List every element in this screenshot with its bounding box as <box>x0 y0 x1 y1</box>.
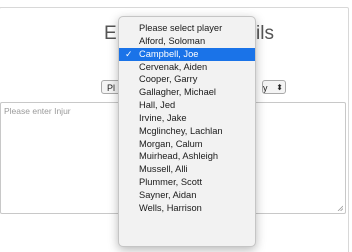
checkmark-icon: ✓ <box>125 48 133 59</box>
player-dropdown-list: Please select player Alford, Soloman ✓ Camp… <box>118 16 256 247</box>
player-option-label: Irvine, Jake <box>139 112 187 123</box>
player-option-label: Plummer, Scott <box>139 177 203 188</box>
player-option-label: Mcglinchey, Lachlan <box>139 125 223 136</box>
player-option-label: Campbell, Joe <box>139 48 199 59</box>
player-option-label: Gallagher, Michael <box>139 87 216 98</box>
player-option[interactable]: Alford, Soloman <box>119 35 255 48</box>
form-title-end: ils <box>256 23 274 44</box>
player-option[interactable]: Morgan, Calum <box>119 138 255 151</box>
resize-grip-icon[interactable] <box>337 205 343 211</box>
player-option-label: Sayner, Aidan <box>139 189 197 200</box>
player-option[interactable]: Sayner, Aidan <box>119 189 255 202</box>
player-option[interactable]: Please select player <box>119 22 255 35</box>
injury-type-select-value: y <box>263 83 268 93</box>
player-option[interactable]: Mussell, Alli <box>119 163 255 176</box>
player-option-label: Cervenak, Aiden <box>139 61 208 72</box>
player-option-label: Mussell, Alli <box>139 164 188 175</box>
player-option[interactable]: ✓ Campbell, Joe <box>119 47 255 61</box>
player-option[interactable]: Wells, Harrison <box>119 202 255 215</box>
page: E ils Pl y ⬍ Please enter Injur Please s… <box>0 0 352 252</box>
player-option[interactable]: Mcglinchey, Lachlan <box>119 125 255 138</box>
player-option-label: Muirhead, Ashleigh <box>139 151 219 162</box>
injury-description-placeholder: Please enter Injur <box>4 106 71 116</box>
player-select-value: Pl <box>107 83 116 93</box>
player-option[interactable]: Irvine, Jake <box>119 112 255 125</box>
player-option[interactable]: Cooper, Garry <box>119 73 255 86</box>
player-option[interactable]: Cervenak, Aiden <box>119 61 255 74</box>
player-option[interactable]: Muirhead, Ashleigh <box>119 150 255 163</box>
player-option-label: Morgan, Calum <box>139 138 203 149</box>
select-arrows-icon: ⬍ <box>276 83 283 92</box>
player-option[interactable]: Gallagher, Michael <box>119 86 255 99</box>
form-title-start: E <box>104 23 117 44</box>
player-option[interactable]: Plummer, Scott <box>119 176 255 189</box>
player-option-label: Cooper, Garry <box>139 74 198 85</box>
player-option[interactable]: Hall, Jed <box>119 99 255 112</box>
player-option-label: Please select player <box>139 23 223 33</box>
player-option-label: Hall, Jed <box>139 100 176 111</box>
player-option-label: Alford, Soloman <box>139 35 206 46</box>
player-option-label: Wells, Harrison <box>139 202 202 213</box>
injury-type-select[interactable]: y ⬍ <box>262 80 286 94</box>
